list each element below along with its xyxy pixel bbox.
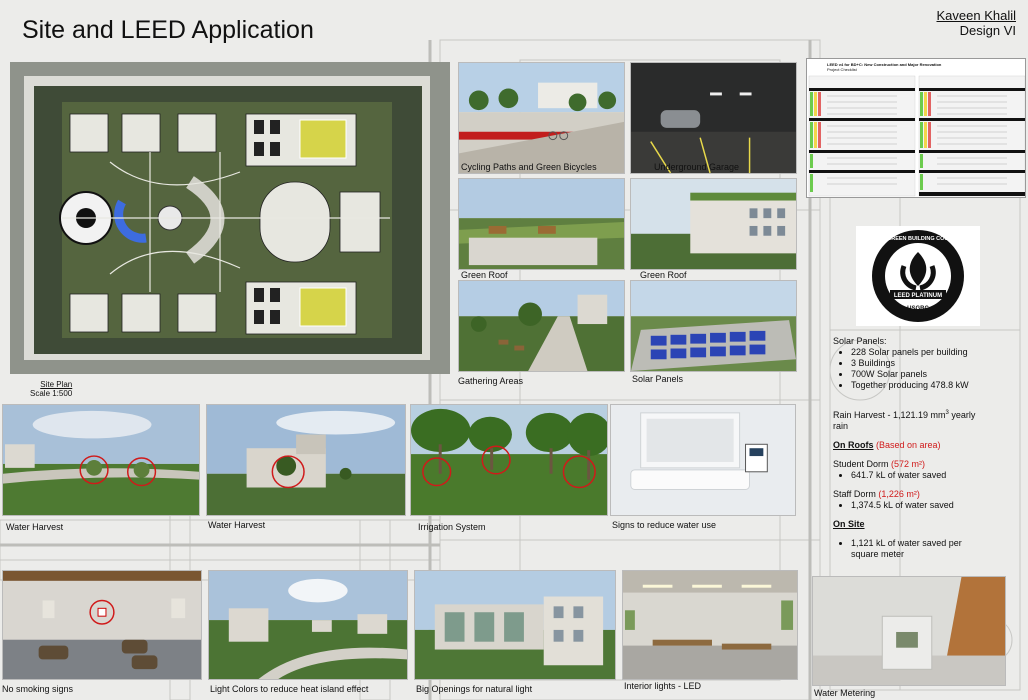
on-site-saved-2: square meter: [851, 549, 905, 559]
course-name: Design VI: [959, 23, 1016, 38]
photo-light-colors: [208, 570, 408, 680]
solar-item: Together producing 478.8 kW: [851, 380, 1023, 391]
site-plan-label: Site Plan: [40, 380, 73, 389]
staff-dorm-saved: 1,374.5 kL of water saved: [851, 500, 1023, 511]
photo-water-harvest-2: [206, 404, 406, 516]
caption-green-roof-2: Green Roof: [640, 270, 687, 280]
leed-level-text: LEED PLATINUM: [894, 293, 942, 299]
student-dorm-line: Student Dorm (572 m²): [833, 459, 1023, 470]
staff-dorm-label: Staff Dorm: [833, 489, 876, 499]
site-plan-drawing: [10, 62, 450, 374]
photo-signs-reduce-water: [610, 404, 796, 516]
photo-green-roof-2: [630, 178, 797, 270]
leed-platinum-badge: LEED PLATINUM USGBC U.S. GREEN BUILDING …: [856, 226, 980, 326]
caption-cycling-paths: Cycling Paths and Green Bicycles: [461, 162, 597, 172]
caption-big-openings: Big Openings for natural light: [416, 684, 533, 694]
photo-underground-garage: [630, 62, 797, 174]
photo-cycling-paths: [458, 62, 625, 174]
photo-solar-panels: [630, 280, 797, 372]
photo-irrigation-system: [410, 404, 608, 516]
caption-light-colors: Light Colors to reduce heat island effec…: [210, 684, 369, 694]
author-name: Kaveen Khalil: [936, 8, 1017, 23]
solar-item: 228 Solar panels per building: [851, 347, 1023, 358]
student-dorm-saved: 641.7 kL of water saved: [851, 470, 1023, 481]
rain-harvest-line: Rain Harvest - 1,121.19 mm3 yearly: [833, 408, 1023, 421]
caption-gathering-areas: Gathering Areas: [458, 376, 524, 386]
rain-harvest-end: yearly: [948, 410, 976, 420]
solar-panels-info: Solar Panels: 228 Solar panels per build…: [833, 336, 1023, 391]
student-dorm-area: (572 m²): [891, 459, 926, 469]
photo-water-harvest-1: [2, 404, 200, 516]
on-site-heading: On Site: [833, 519, 865, 529]
checklist-table: [808, 75, 1025, 197]
solar-item: 700W Solar panels: [851, 369, 1023, 380]
caption-water-harvest-2: Water Harvest: [208, 520, 266, 530]
rain-harvest-text: Rain Harvest - 1,121.19 mm: [833, 410, 946, 420]
caption-underground-garage: Underground Garage: [654, 162, 740, 172]
solar-item: 3 Buildings: [851, 358, 1023, 369]
checklist-sub: Project Checklist: [827, 67, 857, 72]
staff-dorm-line: Staff Dorm (1,226 m²): [833, 489, 1023, 500]
on-roofs-line: On Roofs (Based on area): [833, 440, 1023, 451]
page-title: Site and LEED Application: [22, 16, 314, 44]
leed-project-checklist: LEED v4 for BD+C: New Construction and M…: [806, 58, 1026, 198]
site-plan-scale: Scale 1:500: [30, 389, 73, 398]
caption-signs-reduce-water: Signs to reduce water use: [612, 520, 717, 530]
caption-water-metering: Water Metering: [814, 688, 876, 698]
caption-interior-lights: Interior lights - LED: [624, 681, 702, 691]
photo-green-roof-1: [458, 178, 625, 270]
caption-irrigation-system: Irrigation System: [418, 522, 486, 532]
caption-no-smoking: No smoking signs: [2, 684, 74, 694]
solar-heading: Solar Panels:: [833, 336, 887, 346]
photo-water-metering: [812, 576, 1006, 686]
photo-big-openings: [414, 570, 616, 680]
caption-solar-panels: Solar Panels: [632, 374, 684, 384]
photo-no-smoking: [2, 570, 202, 680]
photo-interior-lights: [622, 570, 798, 680]
caption-water-harvest-1: Water Harvest: [6, 522, 64, 532]
rain-harvest-info: Rain Harvest - 1,121.19 mm3 yearly rain …: [833, 408, 1023, 560]
rain-harvest-line2: rain: [833, 421, 849, 431]
caption-green-roof-1: Green Roof: [461, 270, 508, 280]
leed-org-text: USGBC: [907, 306, 929, 312]
staff-dorm-area: (1,226 m²): [878, 489, 920, 499]
on-roofs-note: (Based on area): [876, 440, 941, 450]
checklist-heading: LEED v4 for BD+C: New Construction and M…: [827, 62, 942, 67]
leed-ring-text: U.S. GREEN BUILDING COUNCIL: [875, 236, 962, 242]
on-site-saved: 1,121 kL of water saved per square meter: [851, 538, 1023, 560]
on-roofs-heading: On Roofs: [833, 440, 874, 450]
on-site-saved-1: 1,121 kL of water saved per: [851, 538, 962, 548]
photo-gathering-areas: [458, 280, 625, 372]
site-plan-caption: Site Plan Scale 1:500: [30, 380, 72, 398]
author-block: Kaveen Khalil Design VI: [937, 8, 1017, 38]
student-dorm-label: Student Dorm: [833, 459, 889, 469]
